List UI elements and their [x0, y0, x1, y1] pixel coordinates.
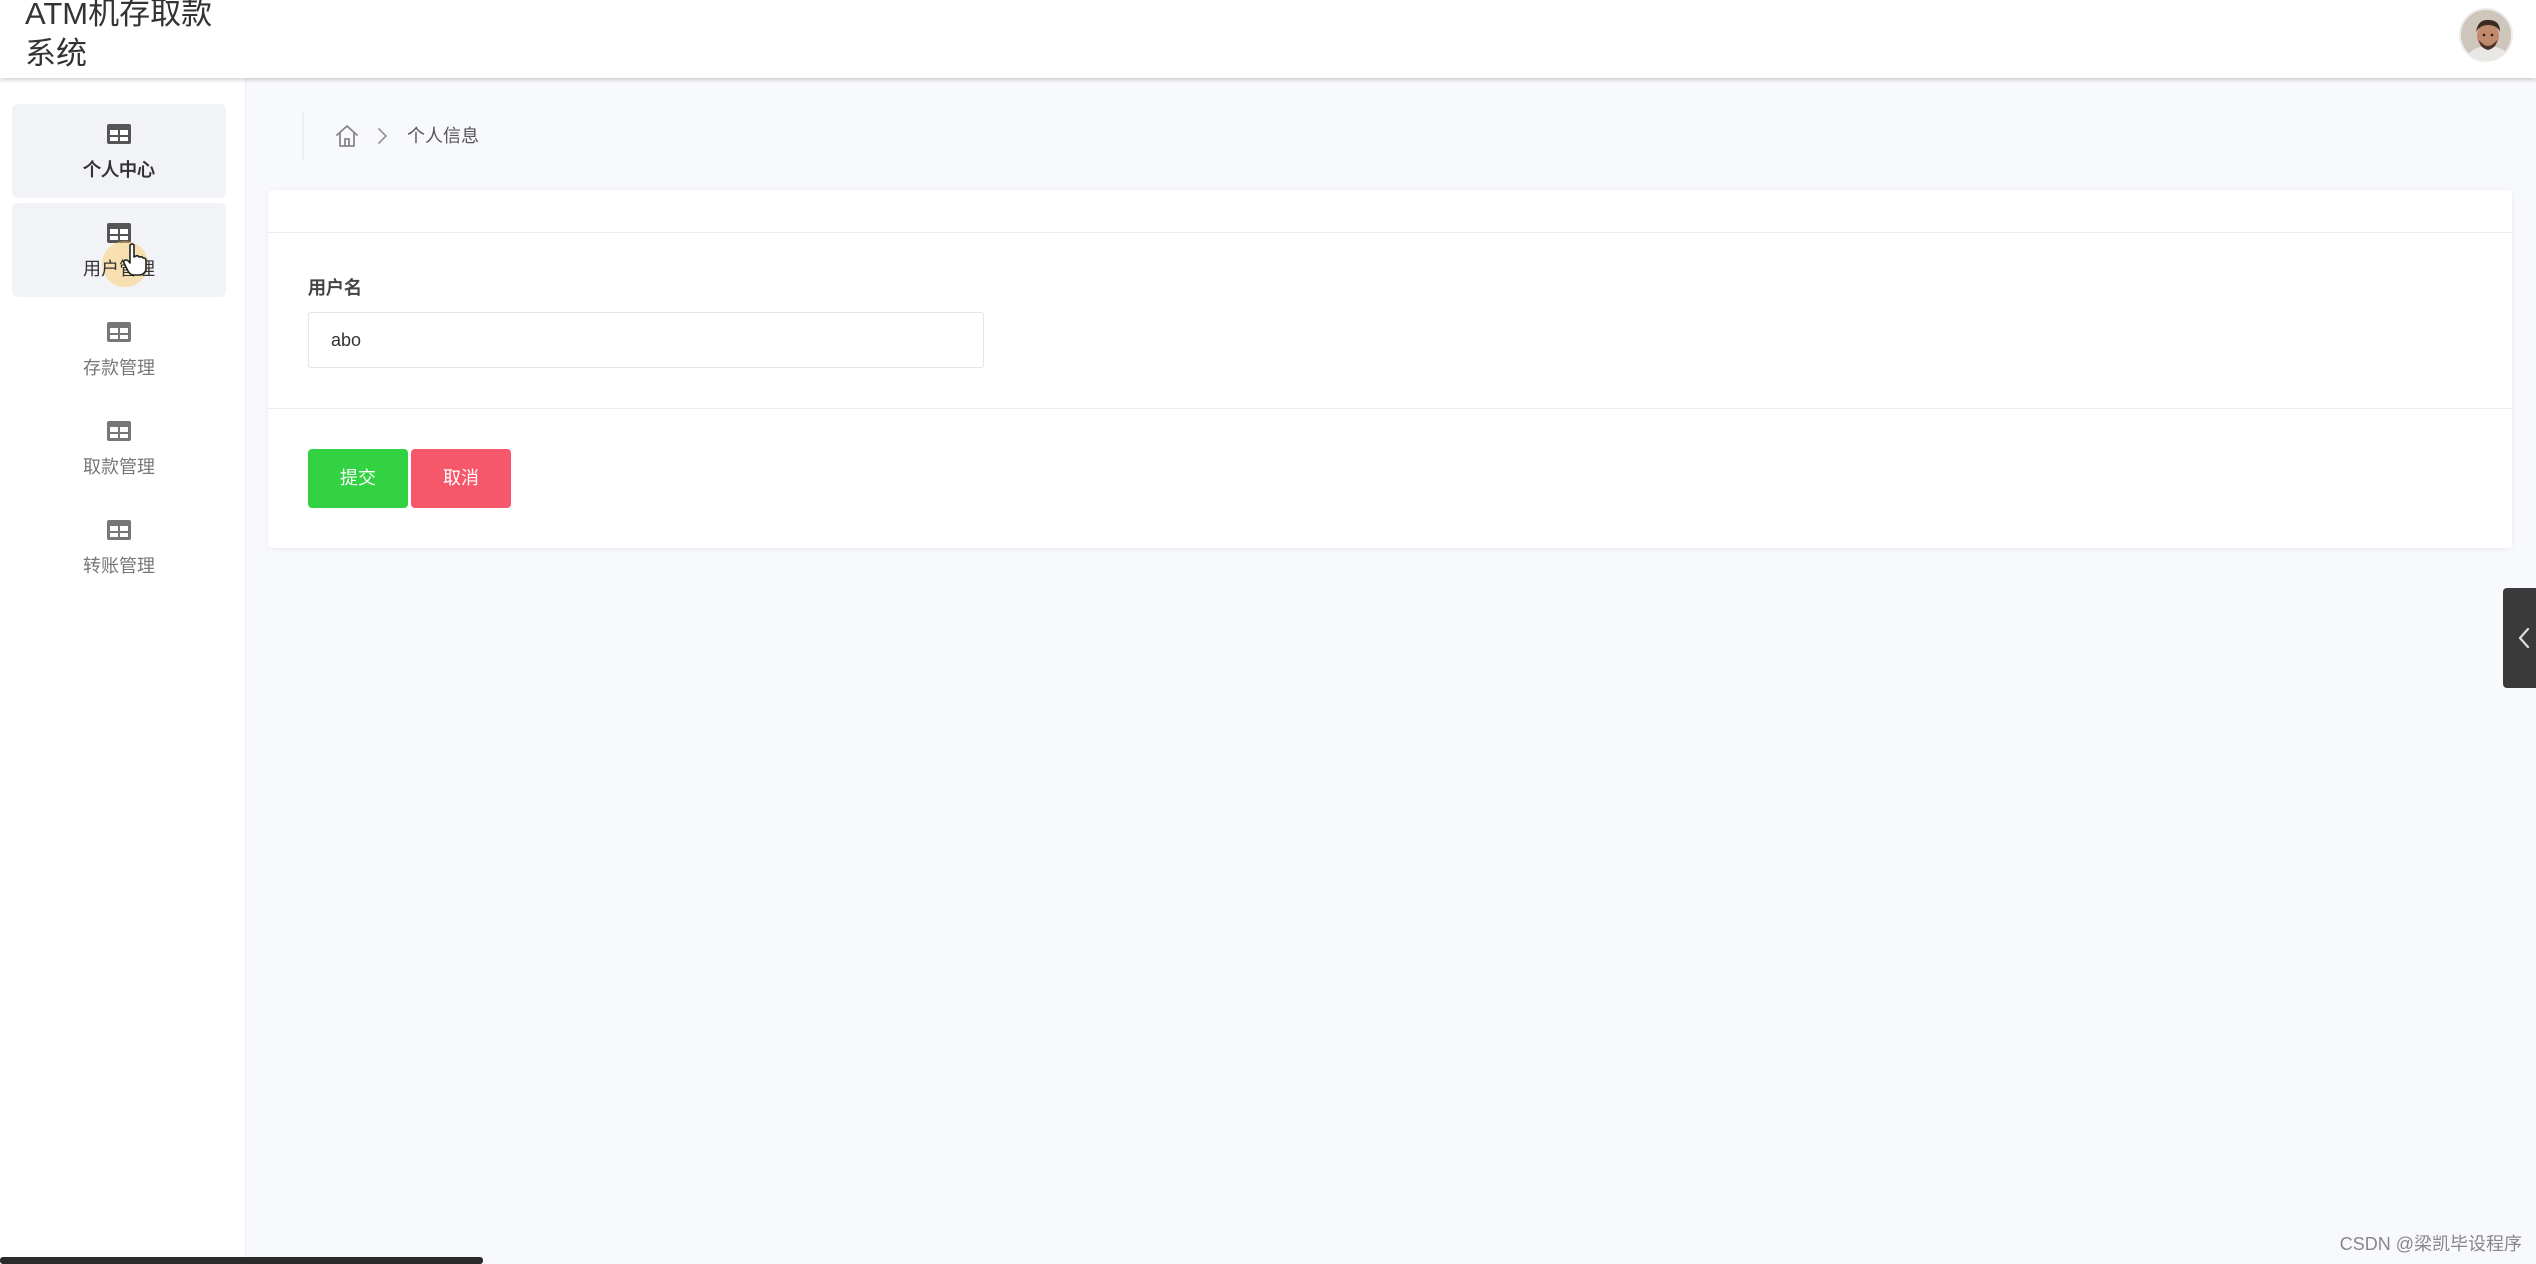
table-icon [107, 421, 131, 441]
watermark: CSDN @梁凯毕设程序 [2339, 1234, 2522, 1254]
app-title: ATM机存取款 系统 [25, 0, 225, 74]
top-header: ATM机存取款 系统 [0, 0, 2536, 78]
hand-cursor-icon [122, 243, 147, 276]
username-label: 用户名 [308, 278, 362, 298]
sidebar: 个人中心 用户管理 存款管理 取款管理 转账管理 [0, 78, 246, 1264]
sidebar-item-label: 取款管理 [83, 457, 155, 477]
app-title-line2: 系统 [25, 36, 87, 71]
chevron-left-icon [2518, 627, 2530, 649]
table-icon [107, 520, 131, 540]
sidebar-item-label: 存款管理 [83, 358, 155, 378]
sidebar-item-label: 个人中心 [83, 160, 155, 180]
table-icon [107, 322, 131, 342]
sidebar-item-transfer-management[interactable]: 转账管理 [12, 500, 226, 594]
card-divider [268, 408, 2512, 409]
avatar-image [2461, 10, 2511, 60]
side-panel-toggle[interactable] [2503, 588, 2536, 688]
submit-button[interactable]: 提交 [308, 449, 408, 508]
profile-form-card: 用户名 提交 取消 [268, 190, 2512, 548]
card-divider [268, 232, 2512, 233]
table-icon [107, 124, 131, 144]
sidebar-item-deposit-management[interactable]: 存款管理 [12, 302, 226, 396]
sidebar-item-user-management[interactable]: 用户管理 [12, 203, 226, 297]
cancel-button[interactable]: 取消 [411, 449, 511, 508]
sidebar-item-personal-center[interactable]: 个人中心 [12, 104, 226, 198]
username-input[interactable] [308, 312, 984, 368]
sidebar-item-withdrawal-management[interactable]: 取款管理 [12, 401, 226, 495]
horizontal-scrollbar[interactable] [0, 1257, 483, 1264]
sidebar-item-label: 转账管理 [83, 556, 155, 576]
home-icon[interactable] [334, 123, 360, 149]
chevron-right-icon [378, 128, 387, 144]
user-avatar[interactable] [2459, 8, 2513, 62]
sidebar-item-label: 用户管理 [83, 259, 155, 279]
breadcrumb-current: 个人信息 [407, 126, 479, 146]
breadcrumb-divider [302, 112, 304, 160]
app-title-line1: ATM机存取款 [25, 0, 213, 31]
